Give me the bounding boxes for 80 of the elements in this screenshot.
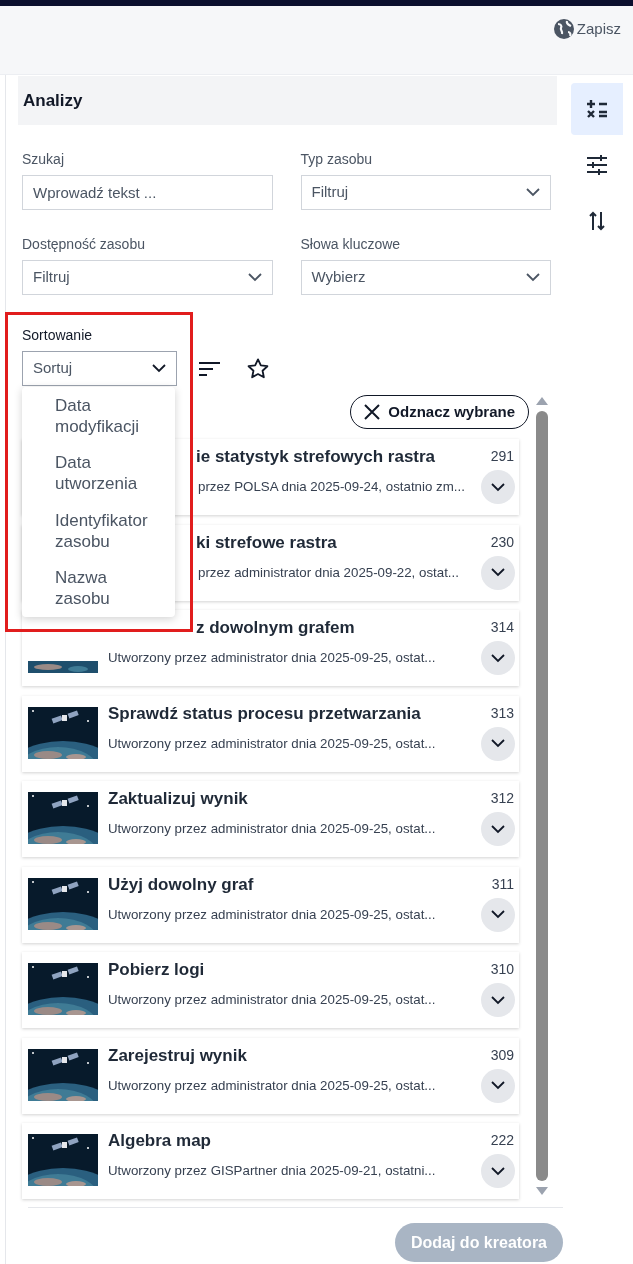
scroll-up-icon	[536, 397, 548, 405]
card-subtitle: Utworzony przez administrator dnia 2025-09-25, ostat...	[108, 991, 436, 1010]
filter-select[interactable]: Filtruj	[22, 260, 273, 295]
expand-button[interactable]	[481, 897, 515, 932]
star-icon[interactable]	[247, 358, 269, 379]
card-title: ki strefowe rastra	[196, 531, 337, 554]
chevron-down-icon	[491, 653, 505, 663]
card-subtitle: Utworzony przez administrator dnia 2025-09-25, ostat...	[108, 1076, 436, 1095]
sort-select[interactable]: Sortuj	[22, 351, 177, 386]
card-subtitle: przez administrator dnia 2025-09-22, ostat...	[198, 563, 459, 582]
filter-select[interactable]: Wybierz	[300, 260, 551, 295]
close-icon	[364, 404, 381, 420]
card-number: 222	[490, 1131, 515, 1150]
sort-order-icon[interactable]	[199, 360, 220, 377]
card-subtitle: Utworzony przez administrator dnia 2025-09-25, ostat...	[108, 734, 436, 753]
card-number: 314	[490, 618, 515, 637]
swap-arrows-icon	[589, 211, 605, 231]
filter-select[interactable]: Filtruj	[300, 175, 551, 210]
chevron-down-icon	[491, 568, 505, 577]
expand-button[interactable]	[481, 1154, 515, 1188]
analysis-card[interactable]: z dowolnym grafem 314 Utworzony przez administrator dnia 2025-09-25, ostat...	[22, 610, 519, 686]
scrollbar-thumb[interactable]	[536, 411, 548, 1181]
expand-button[interactable]	[481, 641, 515, 675]
card-title: Zaktualizuj wynik	[108, 788, 248, 810]
chevron-down-icon	[491, 739, 505, 748]
chevron-down-icon	[491, 1166, 505, 1176]
card-number: 291	[490, 447, 515, 466]
card-subtitle: Utworzony przez GISPartner dnia 2025-09-21, ostatni...	[108, 1162, 436, 1181]
scroll-down-icon	[536, 1187, 548, 1195]
chevron-down-icon	[491, 995, 505, 1005]
sliders-icon	[586, 155, 608, 175]
analysis-card[interactable]: Algebra map 222 Utworzony przez GISPartner dnia 2025-09-21, ostatni...	[22, 1123, 519, 1199]
card-title: z dowolnym grafem	[196, 617, 355, 639]
analysis-card[interactable]: Użyj dowolny graf 311 Utworzony przez administrator dnia 2025-09-25, ostat...	[22, 866, 519, 943]
rail-tab[interactable]	[571, 83, 623, 135]
analysis-card[interactable]: Zarejestruj wynik 309 Utworzony przez administrator dnia 2025-09-25, ostat...	[22, 1037, 519, 1114]
analysis-card[interactable]: Zaktualizuj wynik 312 Utworzony przez administrator dnia 2025-09-25, ostat...	[22, 781, 519, 857]
calculator-icon	[586, 99, 608, 119]
chevron-down-icon	[526, 188, 540, 197]
card-subtitle: Utworzony przez administrator dnia 2025-09-25, ostat...	[108, 649, 436, 668]
chevron-down-icon	[491, 1081, 505, 1090]
chevron-down-icon	[491, 482, 505, 492]
card-title: Użyj dowolny graf	[108, 873, 254, 896]
card-subtitle: przez POLSA dnia 2025-09-24, ostatnio zm...	[198, 478, 465, 497]
field-label: Słowa kluczowe	[300, 236, 402, 252]
chevron-down-icon	[526, 273, 540, 282]
card-title: Pobierz logi	[108, 959, 205, 981]
chevron-down-icon	[152, 364, 166, 373]
card-title: ie statystyk strefowych rastra	[196, 446, 436, 468]
card-title: Zarejestruj wynik	[108, 1044, 247, 1067]
card-number: 230	[490, 532, 515, 552]
expand-button[interactable]	[481, 470, 515, 504]
analysis-card[interactable]: Sprawdź status procesu przetwarzania 313 Utworzony przez administrator dnia 2025-09-25, ostat...	[22, 695, 519, 772]
expand-button[interactable]	[481, 1068, 515, 1103]
chevron-down-icon	[491, 824, 505, 834]
card-subtitle: Utworzony przez administrator dnia 2025-09-25, ostat...	[108, 820, 436, 839]
save-button[interactable]: Zapisz	[552, 18, 621, 41]
card-number: 309	[490, 1045, 515, 1065]
field-label: Szukaj	[22, 151, 66, 167]
card-subtitle: Utworzony przez administrator dnia 2025-09-25, ostat...	[108, 905, 436, 924]
search-field[interactable]: Wprowadź tekst ...	[22, 175, 273, 210]
field-label: Dostępność zasobu	[22, 236, 146, 252]
expand-button[interactable]	[481, 726, 515, 761]
analysis-card[interactable]: Pobierz logi 310 Utworzony przez administrator dnia 2025-09-25, ostat...	[22, 952, 519, 1028]
expand-button[interactable]	[481, 812, 515, 846]
card-title: Sprawdź status procesu przetwarzania	[108, 702, 421, 725]
card-number: 310	[490, 960, 515, 979]
card-title: Algebra map	[108, 1130, 211, 1152]
chevron-down-icon	[247, 273, 262, 282]
card-number: 312	[490, 789, 515, 808]
sort-label: Sortowanie	[22, 327, 94, 343]
chevron-down-icon	[491, 910, 505, 919]
globe-icon	[552, 18, 575, 41]
field-label: Typ zasobu	[300, 151, 374, 167]
expand-button[interactable]	[481, 983, 515, 1017]
card-number: 311	[491, 874, 515, 894]
card-number: 313	[490, 703, 515, 723]
panel-title: Analizy	[23, 89, 83, 112]
scrollbar[interactable]	[535, 397, 549, 1195]
expand-button[interactable]	[481, 555, 515, 590]
